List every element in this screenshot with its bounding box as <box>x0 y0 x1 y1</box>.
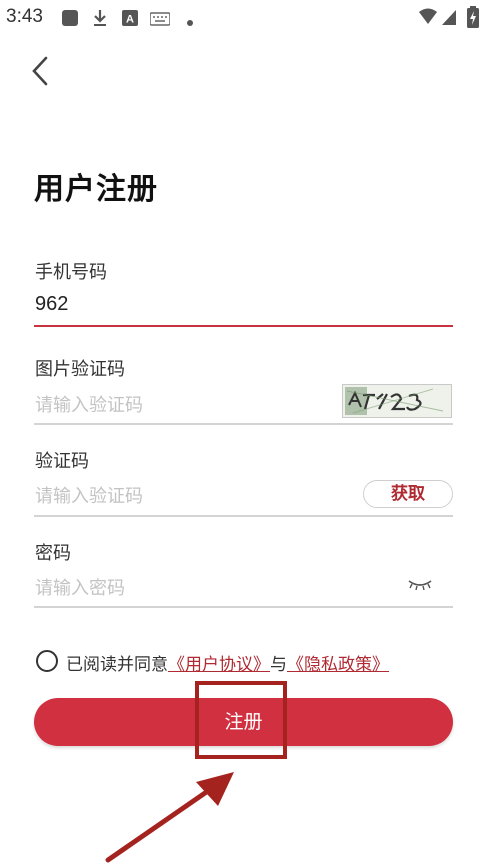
app-notification-icon <box>61 9 79 31</box>
agreement-connector: 与 <box>270 655 287 675</box>
phone-underline <box>34 325 453 327</box>
user-agreement-link[interactable]: 《用户协议》 <box>168 655 270 675</box>
password-input[interactable]: 请输入密码 <box>35 574 125 600</box>
image-captcha-input[interactable]: 请输入验证码 <box>35 391 143 417</box>
battery-icon <box>467 6 479 32</box>
annotation-arrow-icon <box>105 772 234 863</box>
back-button[interactable] <box>28 54 54 88</box>
chevron-left-icon <box>32 56 48 86</box>
dot-icon <box>186 12 194 31</box>
image-captcha-label: 图片验证码 <box>35 359 125 380</box>
phone-label: 手机号码 <box>35 262 107 283</box>
svg-text:A: A <box>126 14 134 26</box>
privacy-policy-link[interactable]: 《隐私政策》 <box>287 655 389 675</box>
download-icon <box>92 8 108 32</box>
agreement-prefix: 已阅读并同意 <box>66 655 168 675</box>
status-bar: 3:43 A <box>0 0 486 34</box>
get-code-button[interactable]: 获取 <box>363 480 453 508</box>
sms-code-input[interactable]: 请输入验证码 <box>35 482 143 508</box>
password-label: 密码 <box>35 543 71 564</box>
cell-signal-icon <box>441 8 457 30</box>
highlight-box <box>195 681 287 759</box>
page-title: 用户注册 <box>34 172 158 207</box>
sms-code-underline <box>34 515 453 517</box>
password-underline <box>34 606 453 608</box>
captcha-image[interactable] <box>342 384 452 418</box>
text-a-icon: A <box>122 10 138 30</box>
sms-code-label: 验证码 <box>35 451 89 472</box>
image-captcha-underline <box>34 423 453 425</box>
agreement-radio[interactable] <box>36 650 58 672</box>
status-time: 3:43 <box>6 6 43 27</box>
keyboard-icon <box>149 11 171 30</box>
eye-closed-icon[interactable] <box>407 576 433 592</box>
wifi-icon <box>418 8 438 30</box>
agreement-text: 已阅读并同意《用户协议》与《隐私政策》 <box>66 650 389 675</box>
phone-input[interactable]: 962 <box>35 293 68 316</box>
